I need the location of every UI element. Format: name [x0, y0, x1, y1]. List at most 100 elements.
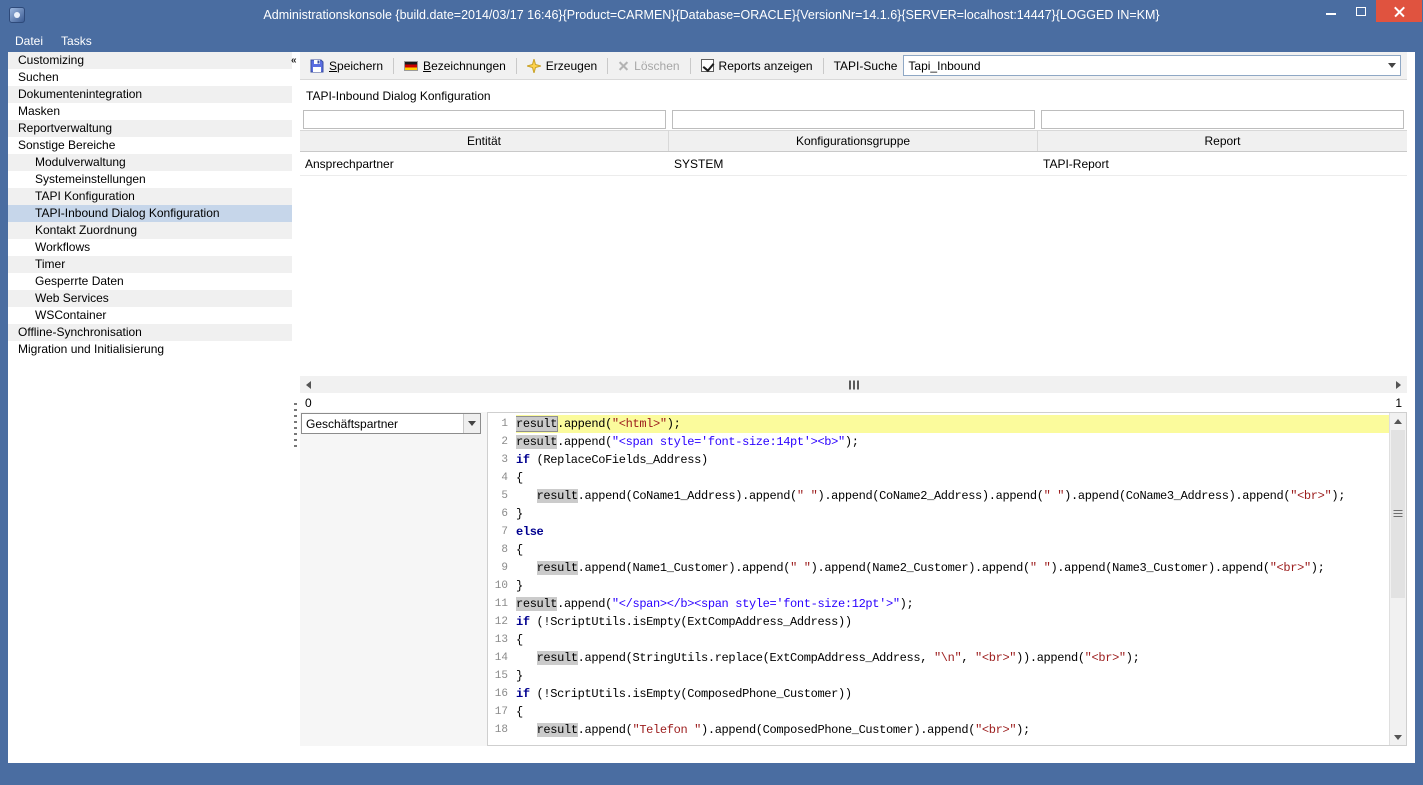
- code-line-row[interactable]: 7else: [488, 523, 1389, 541]
- code-line-row[interactable]: 5 result.append(CoName1_Address).append(…: [488, 487, 1389, 505]
- code-line-content[interactable]: result.append("<span style='font-size:14…: [516, 433, 1389, 451]
- column-header[interactable]: Konfigurationsgruppe: [669, 131, 1038, 151]
- entity-combobox[interactable]: Geschäftspartner: [301, 413, 481, 434]
- sidebar-item-migration-und-initialisierung[interactable]: Migration und Initialisierung: [8, 341, 292, 358]
- save-button[interactable]: Speichern: [304, 56, 389, 76]
- code-line-content[interactable]: {: [516, 469, 1389, 487]
- sidebar-item-tapi-konfiguration[interactable]: TAPI Konfiguration: [8, 188, 292, 205]
- code-line-content[interactable]: result.append("</span></b><span style='f…: [516, 595, 1389, 613]
- code-line-content[interactable]: result.append(CoName1_Address).append(" …: [516, 487, 1389, 505]
- horizontal-scrollbar[interactable]: [300, 376, 1407, 393]
- column-filter-input[interactable]: [1041, 110, 1404, 129]
- line-number: 6: [488, 505, 516, 523]
- sidebar-item-web-services[interactable]: Web Services: [8, 290, 292, 307]
- sidebar-item-gesperrte-daten[interactable]: Gesperrte Daten: [8, 273, 292, 290]
- sidebar-item-timer[interactable]: Timer: [8, 256, 292, 273]
- code-line-row[interactable]: 15}: [488, 667, 1389, 685]
- tapi-search-input[interactable]: [904, 59, 1384, 73]
- code-line-content[interactable]: result.append(StringUtils.replace(ExtCom…: [516, 649, 1389, 667]
- arrow-up-icon: [1394, 419, 1402, 424]
- code-line-row[interactable]: 11result.append("</span></b><span style=…: [488, 595, 1389, 613]
- sidebar-item-sonstige-bereiche[interactable]: Sonstige Bereiche: [8, 137, 292, 154]
- code-line-content[interactable]: else: [516, 523, 1389, 541]
- column-filter-input[interactable]: [672, 110, 1035, 129]
- code-line-content[interactable]: {: [516, 541, 1389, 559]
- code-line-row[interactable]: 14 result.append(StringUtils.replace(Ext…: [488, 649, 1389, 667]
- code-line-content[interactable]: {: [516, 703, 1389, 721]
- dropdown-button[interactable]: [463, 414, 480, 433]
- table-header-row: EntitätKonfigurationsgruppeReport: [300, 130, 1407, 152]
- code-line-row[interactable]: 9 result.append(Name1_Customer).append("…: [488, 559, 1389, 577]
- sidebar-item-kontakt-zuordnung[interactable]: Kontakt Zuordnung: [8, 222, 292, 239]
- code-line-content[interactable]: result.append("Telefon ").append(Compose…: [516, 721, 1389, 739]
- code-line-content[interactable]: result.append("<html>");: [516, 415, 1389, 433]
- code-line-content[interactable]: }: [516, 577, 1389, 595]
- menu-item-tasks[interactable]: Tasks: [52, 31, 101, 51]
- code-line-content[interactable]: if (ReplaceCoFields_Address): [516, 451, 1389, 469]
- horizontal-scrollbar-track[interactable]: [317, 376, 1390, 393]
- sidebar-item-dokumentenintegration[interactable]: Dokumentenintegration: [8, 86, 292, 103]
- code-line-row[interactable]: 18 result.append("Telefon ").append(Comp…: [488, 721, 1389, 739]
- sidebar-navigation: CustomizingSuchenDokumentenintegrationMa…: [8, 52, 292, 763]
- vertical-scrollbar-thumb[interactable]: [1391, 430, 1405, 598]
- table-cell: SYSTEM: [669, 152, 1038, 175]
- code-line-row[interactable]: 3if (ReplaceCoFields_Address): [488, 451, 1389, 469]
- code-line-row[interactable]: 1result.append("<html>");: [488, 415, 1389, 433]
- code-line-content[interactable]: }: [516, 667, 1389, 685]
- bottom-gap: [300, 746, 1407, 763]
- collapse-chevron-icon[interactable]: «: [291, 55, 297, 66]
- line-number: 8: [488, 541, 516, 559]
- column-filter-input[interactable]: [303, 110, 666, 129]
- code-line-content[interactable]: result.append(Name1_Customer).append(" "…: [516, 559, 1389, 577]
- sidebar-item-wscontainer[interactable]: WSContainer: [8, 307, 292, 324]
- splitter-grip-icon[interactable]: [294, 403, 297, 449]
- reports-checkbox[interactable]: [701, 59, 714, 72]
- minimize-icon: [1326, 13, 1336, 15]
- sidebar-splitter[interactable]: «: [292, 52, 300, 763]
- delete-button[interactable]: Löschen: [612, 56, 685, 76]
- code-line-row[interactable]: 17{: [488, 703, 1389, 721]
- script-editor[interactable]: 1result.append("<html>");2result.append(…: [487, 412, 1407, 746]
- scrollbar-grip-icon: [849, 380, 859, 389]
- code-line-row[interactable]: 2result.append("<span style='font-size:1…: [488, 433, 1389, 451]
- code-line-row[interactable]: 16if (!ScriptUtils.isEmpty(ComposedPhone…: [488, 685, 1389, 703]
- code-line-row[interactable]: 13{: [488, 631, 1389, 649]
- sidebar-item-modulverwaltung[interactable]: Modulverwaltung: [8, 154, 292, 171]
- code-line-row[interactable]: 12if (!ScriptUtils.isEmpty(ExtCompAddres…: [488, 613, 1389, 631]
- menu-item-datei[interactable]: Datei: [6, 31, 52, 51]
- code-line-content[interactable]: if (!ScriptUtils.isEmpty(ComposedPhone_C…: [516, 685, 1389, 703]
- sidebar-item-tapi-inbound-dialog-konfiguration[interactable]: TAPI-Inbound Dialog Konfiguration: [8, 205, 292, 222]
- column-header[interactable]: Report: [1038, 131, 1407, 151]
- sidebar-item-offline-synchronisation[interactable]: Offline-Synchronisation: [8, 324, 292, 341]
- code-line-row[interactable]: 6}: [488, 505, 1389, 523]
- record-counts: 0 1: [300, 393, 1407, 412]
- sidebar-item-masken[interactable]: Masken: [8, 103, 292, 120]
- code-line-content[interactable]: if (!ScriptUtils.isEmpty(ExtCompAddress_…: [516, 613, 1389, 631]
- tapi-search-combobox[interactable]: [903, 55, 1401, 76]
- code-line-row[interactable]: 10}: [488, 577, 1389, 595]
- sidebar-item-reportverwaltung[interactable]: Reportverwaltung: [8, 120, 292, 137]
- vertical-scrollbar[interactable]: [1389, 413, 1406, 745]
- sidebar-item-workflows[interactable]: Workflows: [8, 239, 292, 256]
- code-line-row[interactable]: 4{: [488, 469, 1389, 487]
- scroll-up-button[interactable]: [1390, 413, 1406, 429]
- toolbar-separator: [690, 58, 691, 74]
- code-line-content[interactable]: }: [516, 505, 1389, 523]
- close-button[interactable]: [1376, 0, 1422, 22]
- scroll-down-button[interactable]: [1390, 729, 1406, 745]
- code-line-row[interactable]: 8{: [488, 541, 1389, 559]
- scroll-right-button[interactable]: [1390, 376, 1407, 393]
- labels-button[interactable]: Bezeichnungen: [398, 56, 512, 76]
- table-row[interactable]: AnsprechpartnerSYSTEMTAPI-Report: [300, 152, 1407, 176]
- maximize-button[interactable]: [1346, 0, 1376, 22]
- code-line-content[interactable]: {: [516, 631, 1389, 649]
- sidebar-item-customizing[interactable]: Customizing: [8, 52, 292, 69]
- sidebar-item-systemeinstellungen[interactable]: Systemeinstellungen: [8, 171, 292, 188]
- generate-button[interactable]: Erzeugen: [521, 56, 603, 76]
- minimize-button[interactable]: [1316, 0, 1346, 22]
- dropdown-button[interactable]: [1384, 56, 1400, 75]
- scroll-left-button[interactable]: [300, 376, 317, 393]
- column-header[interactable]: Entität: [300, 131, 669, 151]
- app-icon: [9, 7, 25, 23]
- sidebar-item-suchen[interactable]: Suchen: [8, 69, 292, 86]
